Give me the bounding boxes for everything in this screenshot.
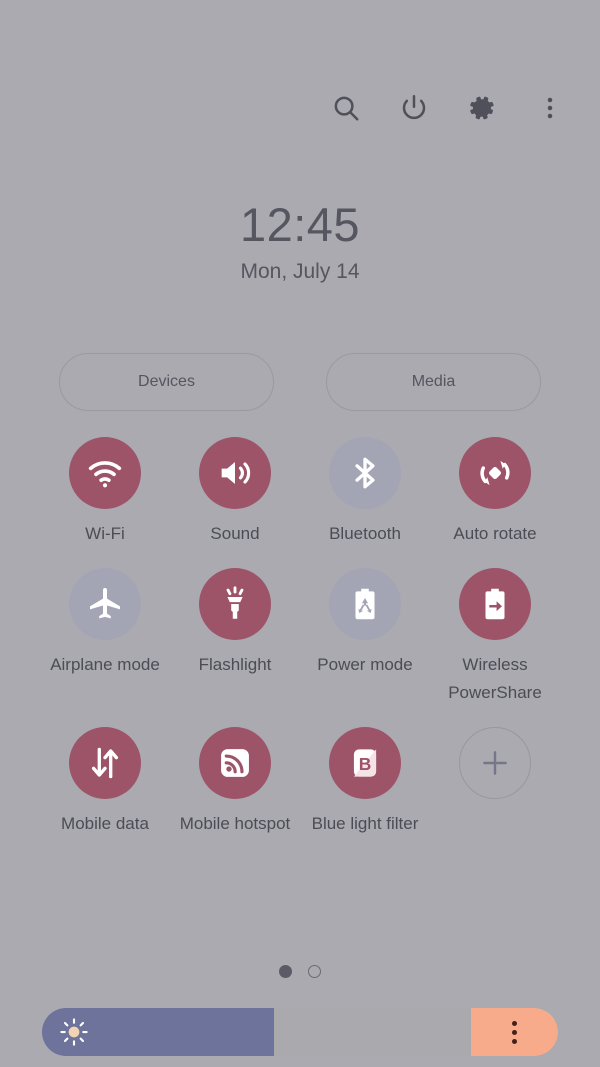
tile-mobile-hotspot-label: Mobile hotspot <box>179 814 291 833</box>
tile-wireless-powershare[interactable]: Wireless PowerShare <box>430 568 560 707</box>
tile-wifi[interactable]: Wi-Fi <box>40 437 170 548</box>
mobile-hotspot-icon[interactable] <box>199 727 271 799</box>
wifi-icon[interactable] <box>69 437 141 509</box>
quick-settings-toolbar <box>326 88 570 128</box>
bluetooth-icon[interactable] <box>329 437 401 509</box>
auto-rotate-icon[interactable] <box>459 437 531 509</box>
tile-bluetooth-label: Bluetooth <box>329 524 401 543</box>
tile-flashlight-label: Flashlight <box>198 655 272 674</box>
devices-button[interactable]: Devices <box>59 353 274 411</box>
page-dot-2[interactable] <box>308 965 321 978</box>
tile-sound[interactable]: Sound <box>170 437 300 548</box>
tile-mobile-hotspot[interactable]: Mobile hotspot <box>170 727 300 838</box>
brightness-sun-icon <box>59 1017 89 1047</box>
tile-wireless-powershare-label: Wireless PowerShare <box>448 655 542 702</box>
more-vert-icon[interactable] <box>530 88 570 128</box>
flashlight-icon[interactable] <box>199 568 271 640</box>
tile-auto-rotate[interactable]: Auto rotate <box>430 437 560 548</box>
blue-light-filter-icon[interactable]: B <box>329 727 401 799</box>
media-button[interactable]: Media <box>326 353 541 411</box>
tile-add-button[interactable] <box>430 727 560 838</box>
tile-flashlight[interactable]: Flashlight <box>170 568 300 707</box>
clock-time: 12:45 <box>239 198 361 251</box>
tile-blue-light-filter[interactable]: B Blue light filter <box>300 727 430 838</box>
tile-auto-rotate-label: Auto rotate <box>453 524 537 543</box>
devices-button-label: Devices <box>138 373 195 390</box>
quick-settings-panel: 12:45 Mon, July 14 Devices Media Wi-Fi S… <box>0 0 600 1067</box>
more-vert-icon[interactable] <box>512 1020 517 1044</box>
wireless-powershare-icon[interactable] <box>459 568 531 640</box>
plus-icon[interactable] <box>459 727 531 799</box>
svg-text:B: B <box>359 754 372 774</box>
mobile-data-icon[interactable] <box>69 727 141 799</box>
power-mode-icon[interactable] <box>329 568 401 640</box>
tile-mobile-data-label: Mobile data <box>61 814 149 833</box>
gear-icon[interactable] <box>462 88 502 128</box>
quick-settings-grid: Wi-Fi Sound Bluetooth Auto rotate Airpla… <box>40 437 560 838</box>
clock-date: Mon, July 14 <box>240 260 360 283</box>
brightness-options-button[interactable] <box>471 1008 558 1056</box>
power-icon[interactable] <box>394 88 434 128</box>
page-indicator <box>0 965 600 978</box>
tile-airplane-mode-label: Airplane mode <box>50 655 160 674</box>
tile-sound-label: Sound <box>210 524 260 543</box>
tile-blue-light-filter-label: Blue light filter <box>311 814 419 833</box>
sound-icon[interactable] <box>199 437 271 509</box>
search-icon[interactable] <box>326 88 366 128</box>
tile-bluetooth[interactable]: Bluetooth <box>300 437 430 548</box>
tile-wifi-label: Wi-Fi <box>85 524 125 543</box>
page-dot-1[interactable] <box>279 965 292 978</box>
tile-mobile-data[interactable]: Mobile data <box>40 727 170 838</box>
panel-shortcut-row: Devices Media <box>59 353 541 411</box>
tile-power-mode[interactable]: Power mode <box>300 568 430 707</box>
brightness-slider[interactable] <box>42 1008 558 1056</box>
media-button-label: Media <box>411 373 456 390</box>
clock-widget[interactable]: 12:45 Mon, July 14 <box>0 196 600 287</box>
tile-power-mode-label: Power mode <box>317 655 413 674</box>
tile-airplane-mode[interactable]: Airplane mode <box>40 568 170 707</box>
airplane-icon[interactable] <box>69 568 141 640</box>
